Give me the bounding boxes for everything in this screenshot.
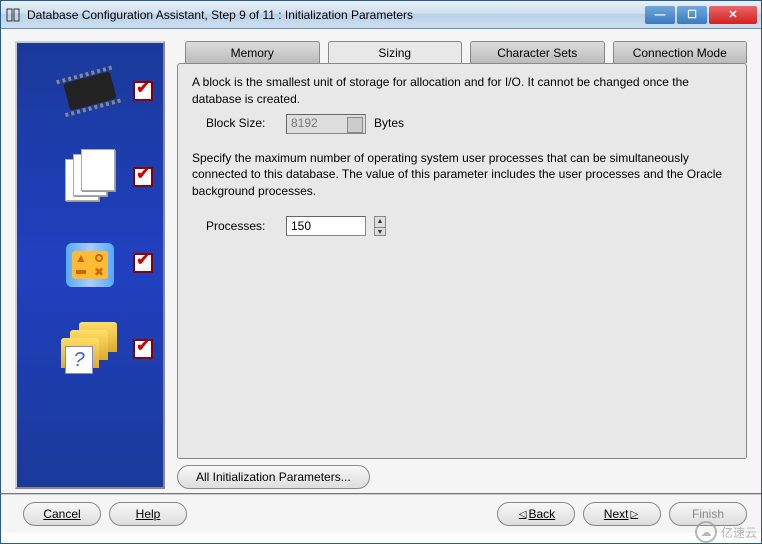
checkmark-icon	[133, 253, 153, 273]
window-title: Database Configuration Assistant, Step 9…	[27, 8, 645, 22]
block-size-label: Block Size:	[206, 115, 278, 132]
documents-icon	[55, 145, 125, 209]
checkmark-icon	[133, 167, 153, 187]
tab-memory[interactable]: Memory	[185, 41, 320, 63]
back-label: Back	[529, 507, 556, 521]
block-size-row: Block Size: 8192 Bytes	[206, 114, 732, 134]
processes-description: Specify the maximum number of operating …	[192, 150, 732, 200]
tab-sizing[interactable]: Sizing	[328, 41, 463, 63]
footer: Cancel Help ◁Back Next▷ Finish	[1, 493, 761, 533]
block-size-value: 8192	[291, 115, 318, 132]
cancel-button[interactable]: Cancel	[23, 502, 101, 526]
back-arrow-icon: ◁	[519, 509, 527, 520]
all-params-row: All Initialization Parameters...	[177, 465, 747, 489]
maximize-button[interactable]: ☐	[677, 6, 707, 24]
next-label: Next	[604, 507, 629, 521]
processes-label: Processes:	[206, 218, 278, 235]
block-size-unit: Bytes	[374, 115, 404, 132]
step-memory	[21, 55, 159, 127]
block-size-description: A block is the smallest unit of storage …	[192, 74, 732, 108]
all-initialization-parameters-button[interactable]: All Initialization Parameters...	[177, 465, 370, 489]
processes-row: Processes: ▲▼	[206, 216, 732, 236]
processes-spinner[interactable]: ▲▼	[374, 216, 386, 236]
watermark: ☁ 亿速云	[695, 521, 757, 543]
next-button[interactable]: Next▷	[583, 502, 661, 526]
cylinder-icon: ▲✖	[55, 231, 125, 295]
tab-connection-mode[interactable]: Connection Mode	[613, 41, 748, 63]
checkmark-icon	[133, 339, 153, 359]
wizard-steps-panel: ▲✖ ?	[15, 41, 165, 489]
spinner-down-icon[interactable]: ▼	[375, 228, 385, 238]
close-button[interactable]: ✕	[709, 6, 757, 24]
right-panel: Memory Sizing Character Sets Connection …	[177, 41, 747, 489]
tabs-row: Memory Sizing Character Sets Connection …	[177, 41, 747, 63]
titlebar[interactable]: Database Configuration Assistant, Step 9…	[1, 1, 761, 29]
block-size-combo[interactable]: 8192	[286, 114, 366, 134]
minimize-button[interactable]: —	[645, 6, 675, 24]
step-documents	[21, 141, 159, 213]
tab-content-sizing: A block is the smallest unit of storage …	[177, 63, 747, 459]
watermark-text: 亿速云	[721, 524, 757, 541]
folders-icon: ?	[55, 317, 125, 381]
spinner-up-icon[interactable]: ▲	[375, 217, 385, 228]
help-button[interactable]: Help	[109, 502, 187, 526]
cloud-icon: ☁	[695, 521, 717, 543]
app-window: Database Configuration Assistant, Step 9…	[0, 0, 762, 544]
next-arrow-icon: ▷	[630, 509, 638, 520]
chip-icon	[55, 59, 125, 123]
checkmark-icon	[133, 81, 153, 101]
app-icon	[5, 7, 21, 23]
back-button[interactable]: ◁Back	[497, 502, 575, 526]
content-area: ▲✖ ? Memory Sizing Character Sets Connec…	[1, 29, 761, 493]
step-storage: ▲✖	[21, 227, 159, 299]
step-folders: ?	[21, 313, 159, 385]
processes-input[interactable]	[286, 216, 366, 236]
tab-character-sets[interactable]: Character Sets	[470, 41, 605, 63]
window-controls: — ☐ ✕	[645, 6, 757, 24]
